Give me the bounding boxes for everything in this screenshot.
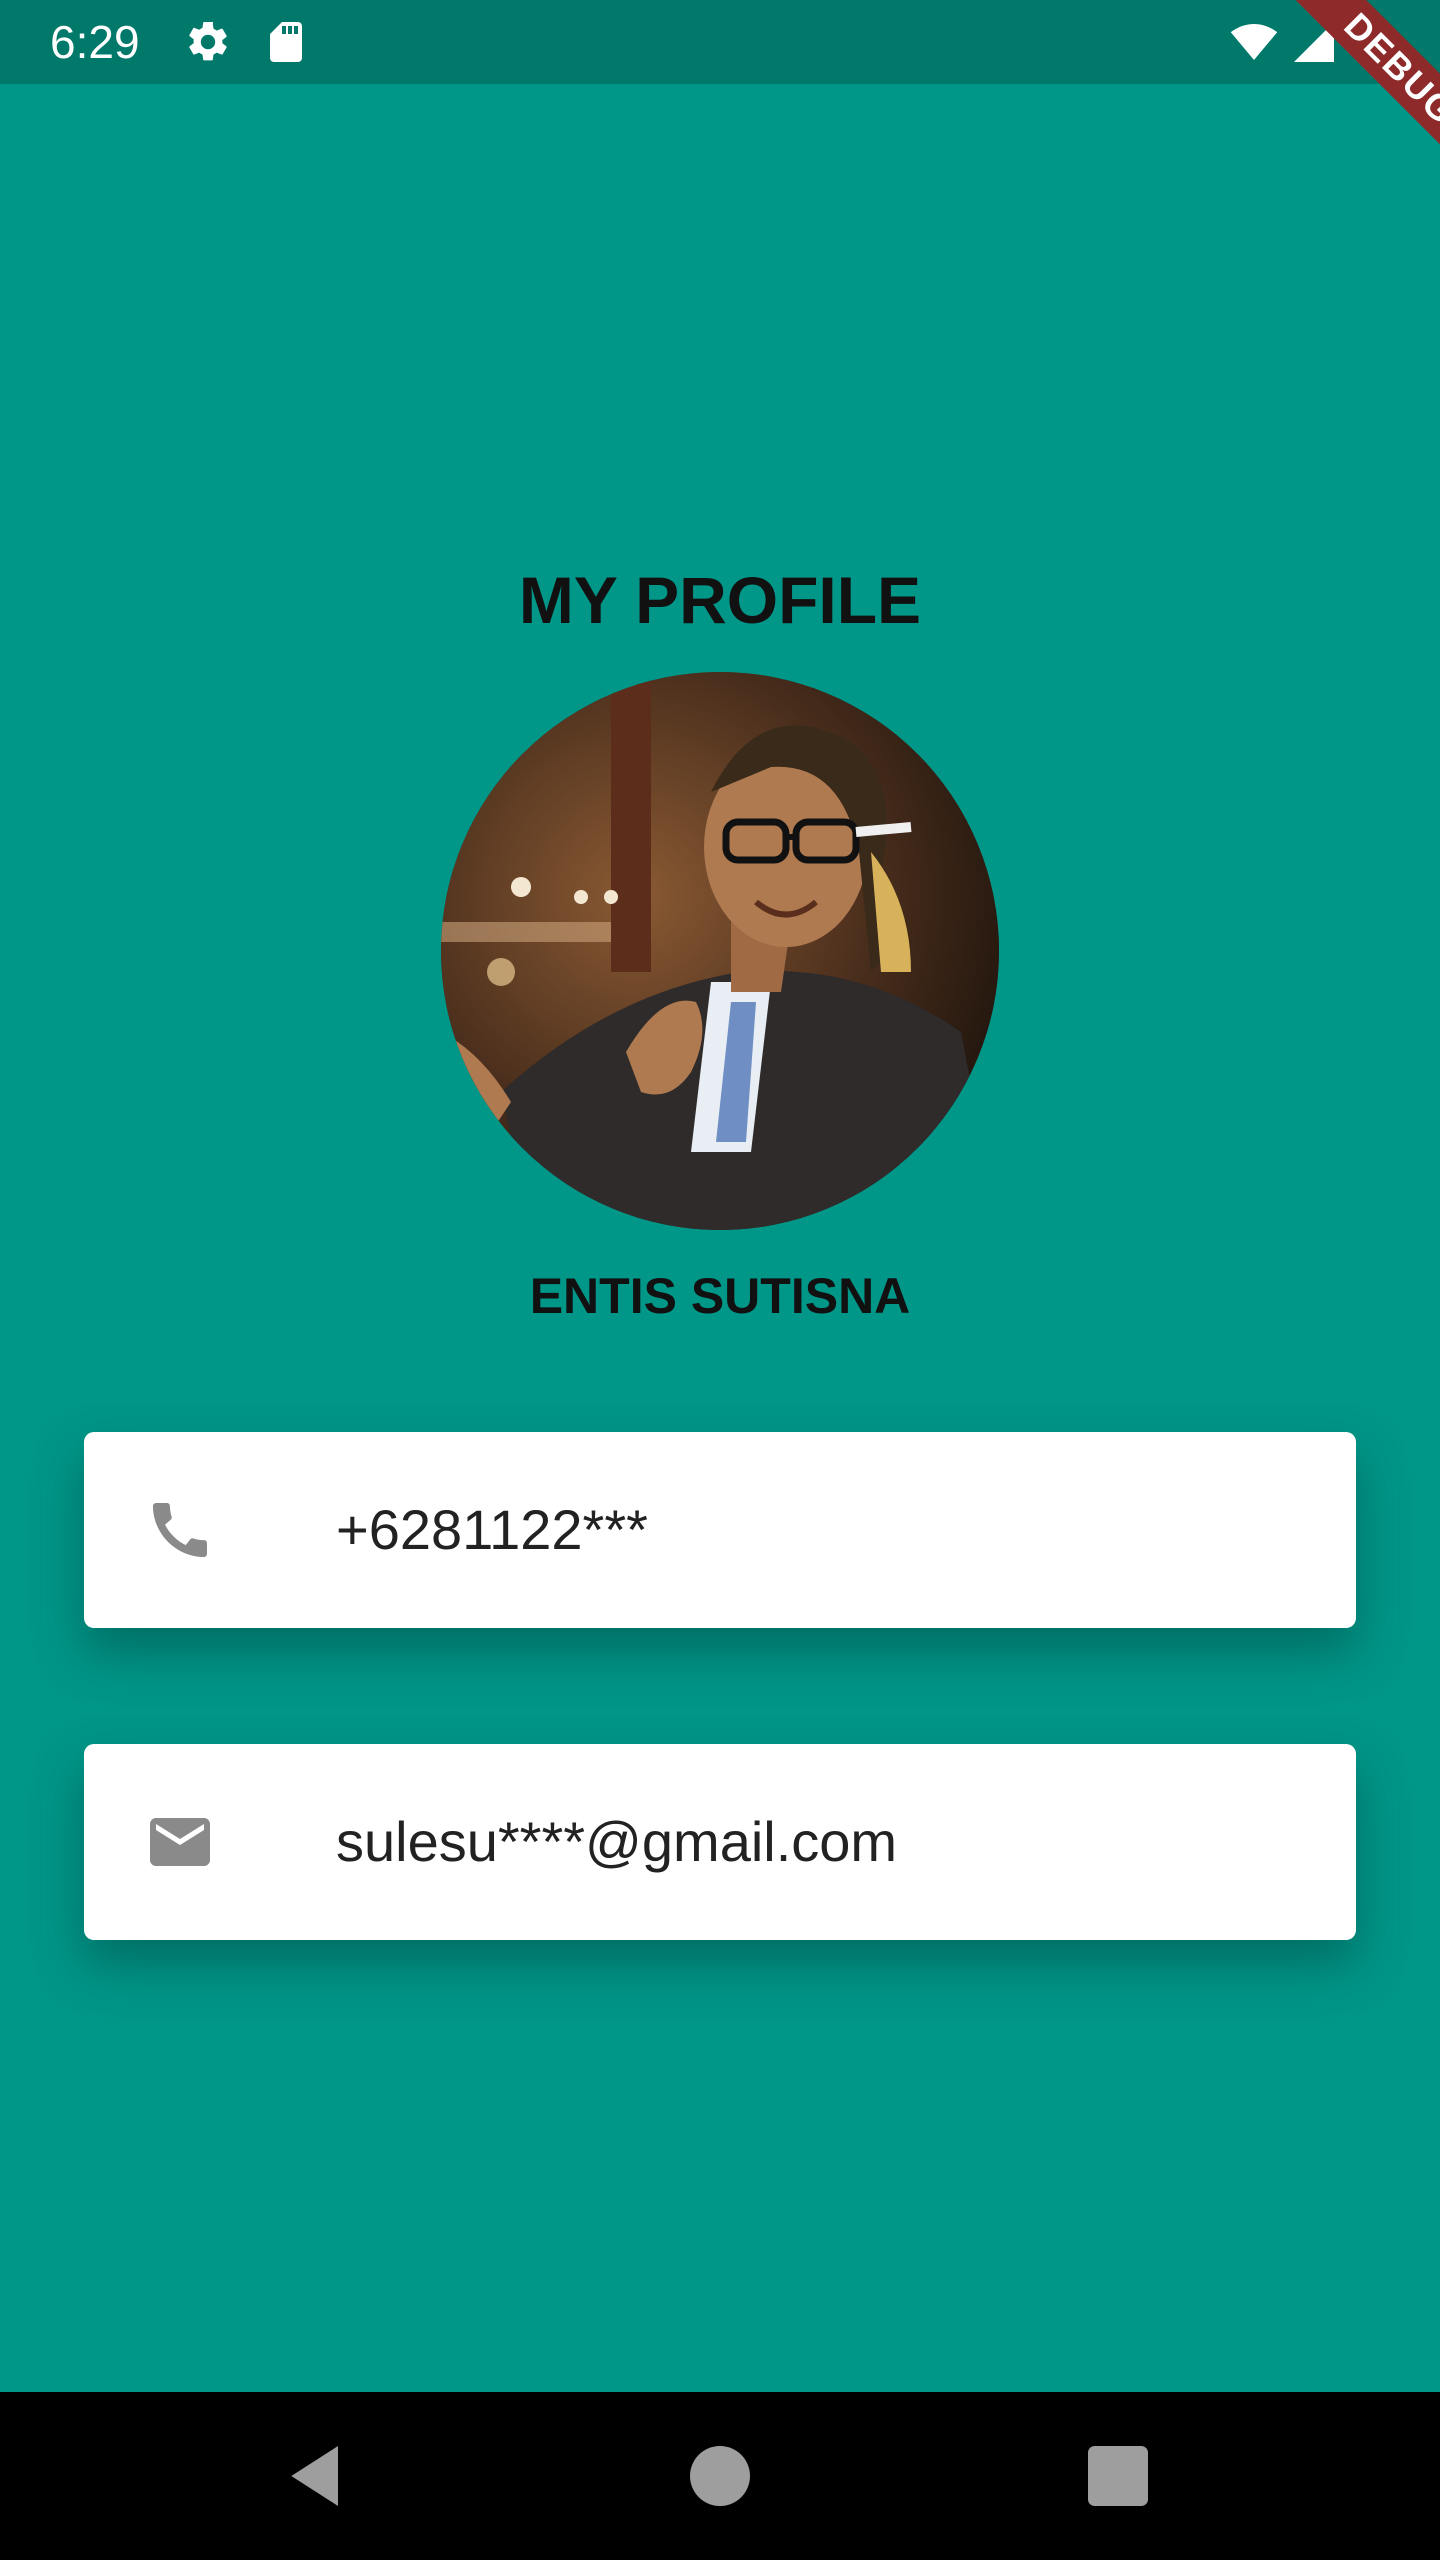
recents-icon[interactable] <box>1078 2436 1158 2516</box>
email-card[interactable]: sulesu****@gmail.com <box>84 1744 1356 1940</box>
debug-banner: DEBUG <box>1220 0 1440 220</box>
navigation-bar <box>0 2392 1440 2560</box>
email-address: sulesu****@gmail.com <box>336 1810 898 1873</box>
phone-icon <box>153 1503 207 1557</box>
profile-name: ENTIS SUTISNA <box>529 1268 911 1324</box>
phone-number: +6281122*** <box>336 1498 648 1561</box>
home-icon[interactable] <box>680 2436 760 2516</box>
back-icon[interactable] <box>278 2436 358 2516</box>
debug-banner-label: DEBUG <box>1283 0 1440 186</box>
sd-card-icon <box>270 22 302 62</box>
phone-card[interactable]: +6281122*** <box>84 1432 1356 1628</box>
profile-photo <box>441 672 999 1230</box>
settings-icon <box>189 21 227 61</box>
status-time: 6:29 <box>50 16 140 68</box>
avatar <box>441 672 999 1230</box>
email-icon <box>150 1818 210 1866</box>
page-title: MY PROFILE <box>518 563 922 637</box>
